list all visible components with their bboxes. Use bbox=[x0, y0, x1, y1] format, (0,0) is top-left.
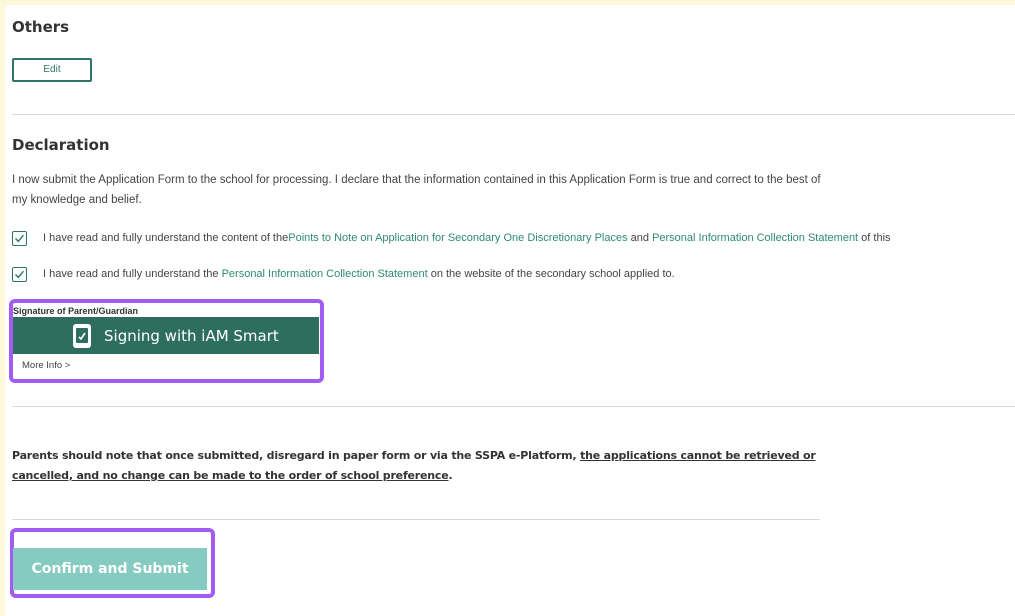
divider bbox=[12, 519, 820, 520]
declaration-text: I now submit the Application Form to the… bbox=[12, 174, 821, 206]
agreement-checkbox-1[interactable] bbox=[12, 230, 27, 246]
notice-end: . bbox=[448, 469, 453, 482]
more-info-link[interactable]: More Info > bbox=[22, 360, 70, 371]
declaration-section-title: Declaration bbox=[12, 136, 110, 154]
declaration-check-row-1: I have read and fully understand the con… bbox=[12, 229, 891, 247]
confirm-and-submit-button[interactable]: Confirm and Submit bbox=[13, 548, 207, 590]
agreement-checkbox-2[interactable] bbox=[12, 266, 27, 282]
others-section-title: Others bbox=[12, 18, 70, 36]
declaration-check-row-2: I have read and fully understand the Per… bbox=[12, 265, 675, 283]
school-pics-link[interactable]: Personal Information Collection Statemen… bbox=[222, 268, 428, 280]
check-icon bbox=[15, 234, 25, 242]
iam-smart-button-label: Signing with iAM Smart bbox=[104, 326, 279, 345]
pics-link[interactable]: Personal Information Collection Statemen… bbox=[652, 232, 858, 244]
points-to-note-link[interactable]: Points to Note on Application for Second… bbox=[288, 232, 627, 244]
signature-label: Signature of Parent/Guardian bbox=[13, 306, 139, 316]
check-1-post: of this bbox=[858, 232, 891, 244]
check-2-text: I have read and fully understand the bbox=[43, 268, 222, 280]
edit-button[interactable]: Edit bbox=[12, 58, 92, 82]
check-1-mid: and bbox=[627, 232, 653, 244]
check-2-post: on the website of the secondary school a… bbox=[427, 268, 675, 280]
submission-notice: Parents should note that once submitted,… bbox=[12, 446, 822, 486]
notice-text: Parents should note that once submitted,… bbox=[12, 449, 581, 462]
divider bbox=[12, 114, 1015, 115]
iam-smart-phone-icon bbox=[73, 323, 91, 348]
check-icon bbox=[15, 270, 25, 278]
divider bbox=[12, 406, 1015, 407]
check-1-text: I have read and fully understand the con… bbox=[43, 232, 289, 244]
iam-smart-sign-button[interactable]: Signing with iAM Smart bbox=[13, 317, 319, 354]
